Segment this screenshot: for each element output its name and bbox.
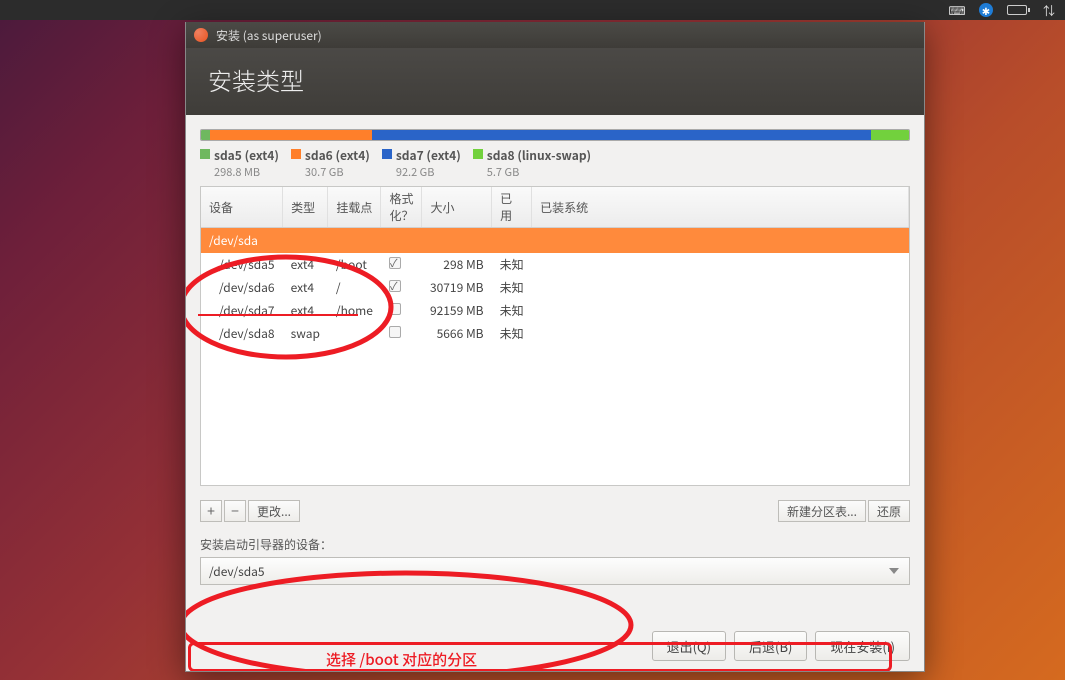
add-partition-button[interactable]: + bbox=[200, 500, 222, 522]
legend-sub: 5.7 GB bbox=[487, 164, 591, 180]
col-system[interactable]: 已装系统 bbox=[532, 187, 909, 228]
cell-used: 未知 bbox=[492, 299, 532, 322]
format-checkbox[interactable] bbox=[389, 326, 401, 338]
col-used[interactable]: 已用 bbox=[492, 187, 532, 228]
legend-swatch bbox=[291, 149, 301, 159]
table-header-row: 设备 类型 挂载点 格式化？ 大小 已用 已装系统 bbox=[201, 187, 909, 228]
content-area: sda5 (ext4) 298.8 MB sda6 (ext4) 30.7 GB… bbox=[186, 115, 924, 671]
cell-size: 30719 MB bbox=[422, 276, 492, 299]
change-partition-button[interactable]: 更改... bbox=[248, 500, 300, 522]
cell-device: /dev/sda8 bbox=[201, 322, 283, 345]
cell-mount: /home bbox=[328, 299, 381, 322]
disk-usage-bar bbox=[200, 129, 910, 141]
usage-seg-sda6 bbox=[210, 130, 373, 140]
legend-sub: 298.8 MB bbox=[214, 164, 279, 180]
window-title: 安装 (as superuser) bbox=[216, 27, 322, 44]
format-checkbox[interactable] bbox=[389, 280, 401, 292]
partition-toolbar: + − 更改... 新建分区表... 还原 bbox=[200, 500, 910, 522]
cell-size: 298 MB bbox=[422, 253, 492, 276]
cell-device: /dev/sda5 bbox=[201, 253, 283, 276]
cell-used: 未知 bbox=[492, 276, 532, 299]
wizard-buttons: 退出(Q) 后退(B) 现在安装(I) bbox=[652, 631, 910, 661]
usage-seg-sda7 bbox=[372, 130, 871, 140]
legend-swatch bbox=[382, 149, 392, 159]
col-size[interactable]: 大小 bbox=[422, 187, 492, 228]
legend-item: sda6 (ext4) 30.7 GB bbox=[291, 147, 370, 180]
page-title: 安装类型 bbox=[186, 48, 924, 115]
cell-mount: / bbox=[328, 276, 381, 299]
cell-type: ext4 bbox=[283, 253, 328, 276]
usage-seg-sda5 bbox=[201, 130, 210, 140]
cell-size: 5666 MB bbox=[422, 322, 492, 345]
cell-type: ext4 bbox=[283, 299, 328, 322]
remove-partition-button[interactable]: − bbox=[224, 500, 246, 522]
legend-item: sda8 (linux-swap) 5.7 GB bbox=[473, 147, 591, 180]
annotation-text: 选择 /boot 对应的分区 bbox=[326, 649, 477, 670]
col-format[interactable]: 格式化？ bbox=[381, 187, 422, 228]
bootloader-label: 安装启动引导器的设备： bbox=[200, 536, 910, 553]
back-button[interactable]: 后退(B) bbox=[734, 631, 807, 661]
col-mount[interactable]: 挂载点 bbox=[328, 187, 381, 228]
cell-type: swap bbox=[283, 322, 328, 345]
cell-system bbox=[532, 253, 909, 276]
legend-label: sda6 (ext4) bbox=[305, 147, 370, 164]
col-type[interactable]: 类型 bbox=[283, 187, 328, 228]
install-now-button[interactable]: 现在安装(I) bbox=[815, 631, 910, 661]
legend-sub: 30.7 GB bbox=[305, 164, 370, 180]
cell-size: 92159 MB bbox=[422, 299, 492, 322]
table-row[interactable]: /dev/sda5 ext4 /boot 298 MB 未知 bbox=[201, 253, 909, 276]
cell-mount bbox=[328, 322, 381, 345]
close-icon[interactable] bbox=[194, 28, 208, 42]
cell-used: 未知 bbox=[492, 322, 532, 345]
legend-label: sda5 (ext4) bbox=[214, 147, 279, 164]
col-device[interactable]: 设备 bbox=[201, 187, 283, 228]
legend-swatch bbox=[473, 149, 483, 159]
legend-item: sda5 (ext4) 298.8 MB bbox=[200, 147, 279, 180]
cell-system bbox=[532, 276, 909, 299]
bootloader-device-combo[interactable]: /dev/sda5 bbox=[200, 557, 910, 585]
battery-icon bbox=[1007, 5, 1027, 15]
table-row[interactable]: /dev/sda8 swap 5666 MB 未知 bbox=[201, 322, 909, 345]
system-top-bar: ⌨ ✱ ⇅ bbox=[0, 0, 1065, 20]
disk-row-label: /dev/sda bbox=[201, 228, 909, 254]
system-menu-icon[interactable]: ⇅ bbox=[1041, 4, 1057, 16]
usage-seg-sda8 bbox=[871, 130, 909, 140]
new-partition-table-button[interactable]: 新建分区表... bbox=[778, 500, 866, 522]
legend-item: sda7 (ext4) 92.2 GB bbox=[382, 147, 461, 180]
cell-device: /dev/sda6 bbox=[201, 276, 283, 299]
legend-sub: 92.2 GB bbox=[396, 164, 461, 180]
table-row[interactable]: /dev/sda6 ext4 / 30719 MB 未知 bbox=[201, 276, 909, 299]
legend-label: sda7 (ext4) bbox=[396, 147, 461, 164]
partition-table[interactable]: 设备 类型 挂载点 格式化？ 大小 已用 已装系统 /dev/sda /dev/… bbox=[200, 186, 910, 486]
cell-device: /dev/sda7 bbox=[201, 299, 283, 322]
chevron-down-icon bbox=[889, 568, 899, 574]
accessibility-icon[interactable]: ✱ bbox=[979, 3, 993, 17]
cell-used: 未知 bbox=[492, 253, 532, 276]
quit-button[interactable]: 退出(Q) bbox=[652, 631, 726, 661]
table-row[interactable]: /dev/sda7 ext4 /home 92159 MB 未知 bbox=[201, 299, 909, 322]
format-checkbox[interactable] bbox=[389, 257, 401, 269]
bootloader-device-value: /dev/sda5 bbox=[209, 563, 265, 580]
legend-swatch bbox=[200, 149, 210, 159]
keyboard-icon: ⌨ bbox=[949, 4, 965, 16]
installer-window: 安装 (as superuser) 安装类型 sda5 (ext4) 298.8… bbox=[185, 22, 925, 672]
cell-system bbox=[532, 322, 909, 345]
partition-legend: sda5 (ext4) 298.8 MB sda6 (ext4) 30.7 GB… bbox=[200, 147, 910, 180]
window-titlebar[interactable]: 安装 (as superuser) bbox=[186, 22, 924, 48]
cell-type: ext4 bbox=[283, 276, 328, 299]
revert-button[interactable]: 还原 bbox=[868, 500, 910, 522]
legend-label: sda8 (linux-swap) bbox=[487, 147, 591, 164]
cell-mount: /boot bbox=[328, 253, 381, 276]
cell-system bbox=[532, 299, 909, 322]
disk-row[interactable]: /dev/sda bbox=[201, 228, 909, 254]
format-checkbox[interactable] bbox=[389, 303, 401, 315]
